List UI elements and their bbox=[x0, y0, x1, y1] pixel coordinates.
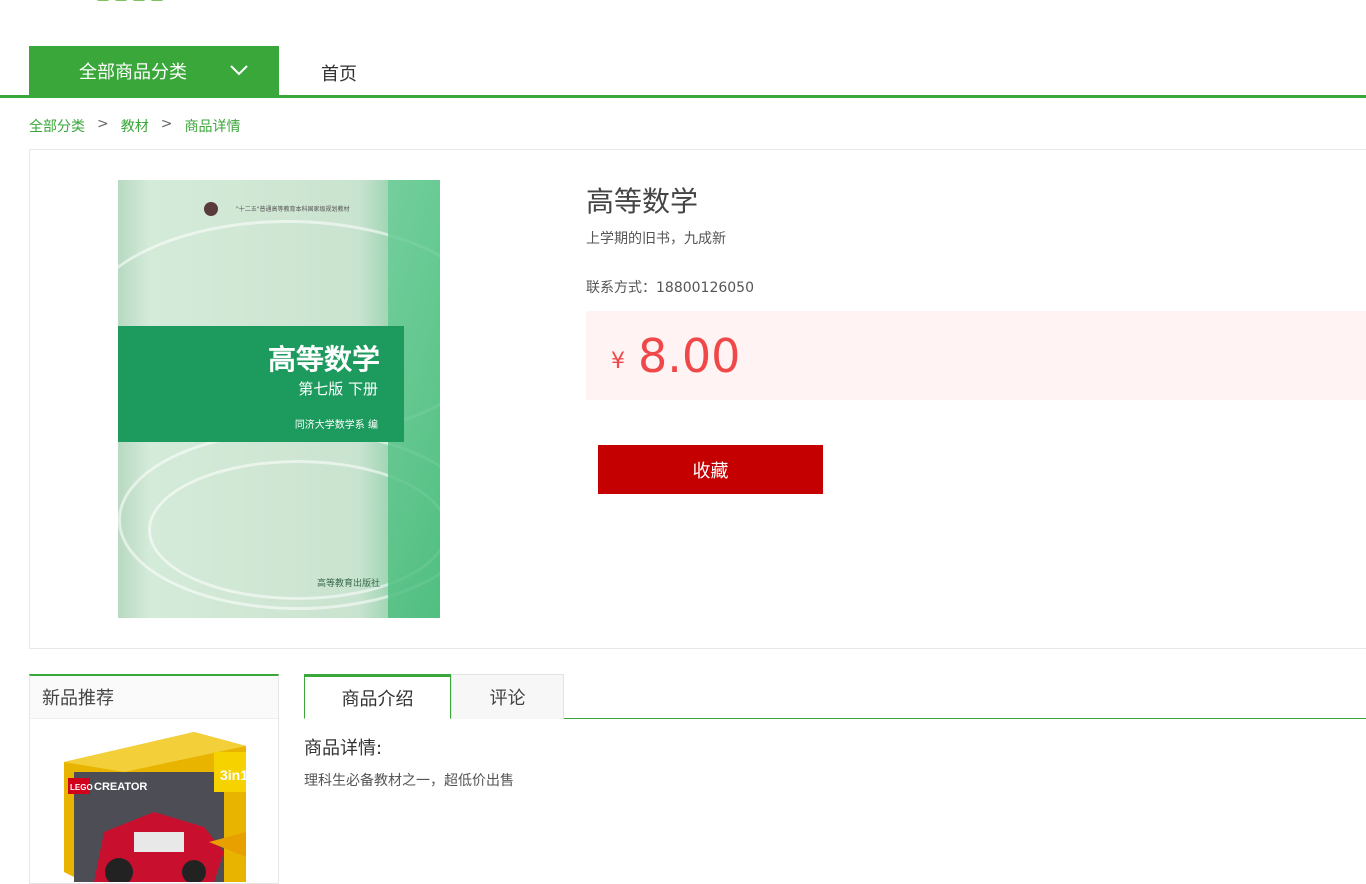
cover-title: 高等数学 bbox=[267, 343, 380, 376]
breadcrumb: 全部分类 > 教材 > 商品详情 bbox=[29, 116, 240, 136]
site-logo[interactable] bbox=[96, 0, 216, 6]
lego-line: CREATOR bbox=[94, 781, 147, 793]
product-subtitle: 上学期的旧书，九成新 bbox=[586, 231, 726, 247]
favorite-button[interactable]: 收藏 bbox=[598, 445, 823, 494]
lego-product-image[interactable]: 3in1 LEGO CREATOR bbox=[64, 732, 246, 882]
currency-symbol: ¥ bbox=[611, 349, 625, 374]
price-box: ¥ 8.00 bbox=[586, 311, 1366, 400]
details-heading: 商品详情: bbox=[304, 738, 383, 759]
breadcrumb-all-categories[interactable]: 全部分类 bbox=[29, 116, 85, 136]
cover-emblem-icon bbox=[204, 202, 218, 216]
lego-badge: 3in1 bbox=[220, 767, 246, 783]
product-contact: 联系方式：18800126050 bbox=[586, 280, 754, 296]
tab-product-intro[interactable]: 商品介绍 bbox=[304, 674, 451, 719]
cover-author: 同济大学数学系 编 bbox=[294, 420, 378, 431]
breadcrumb-separator: > bbox=[97, 116, 109, 132]
new-products-sidebar: 新品推荐 3in1 LEGO CREATOR bbox=[29, 674, 279, 884]
cover-publisher: 高等教育出版社 bbox=[316, 579, 380, 589]
cover-edition: 第七版 下册 bbox=[298, 380, 378, 398]
nav-home-link[interactable]: 首页 bbox=[321, 60, 357, 86]
all-categories-button[interactable]: 全部商品分类 bbox=[29, 46, 279, 95]
breadcrumb-product-detail[interactable]: 商品详情 bbox=[184, 116, 240, 136]
product-cover-image[interactable]: "十二五"普通高等教育本科国家级规划教材 高等数学 第七版 下册 同济大学数学系… bbox=[118, 180, 440, 618]
main-nav: 全部商品分类 首页 bbox=[0, 46, 1366, 98]
all-categories-label: 全部商品分类 bbox=[79, 61, 187, 83]
chevron-down-icon bbox=[230, 65, 248, 76]
product-title: 高等数学 bbox=[586, 185, 699, 218]
product-tabs: 商品介绍 评论 bbox=[304, 674, 1366, 719]
product-panel: "十二五"普通高等教育本科国家级规划教材 高等数学 第七版 下册 同济大学数学系… bbox=[29, 149, 1366, 649]
tab-comments[interactable]: 评论 bbox=[451, 674, 564, 719]
breadcrumb-separator: > bbox=[160, 116, 173, 132]
lego-brand: LEGO bbox=[70, 783, 93, 792]
cover-series: "十二五"普通高等教育本科国家级规划教材 bbox=[236, 206, 350, 213]
breadcrumb-textbooks[interactable]: 教材 bbox=[121, 116, 149, 136]
price-value: 8.00 bbox=[638, 329, 741, 383]
details-body: 理科生必备教材之一，超低价出售 bbox=[304, 773, 514, 789]
new-products-heading: 新品推荐 bbox=[30, 676, 278, 719]
